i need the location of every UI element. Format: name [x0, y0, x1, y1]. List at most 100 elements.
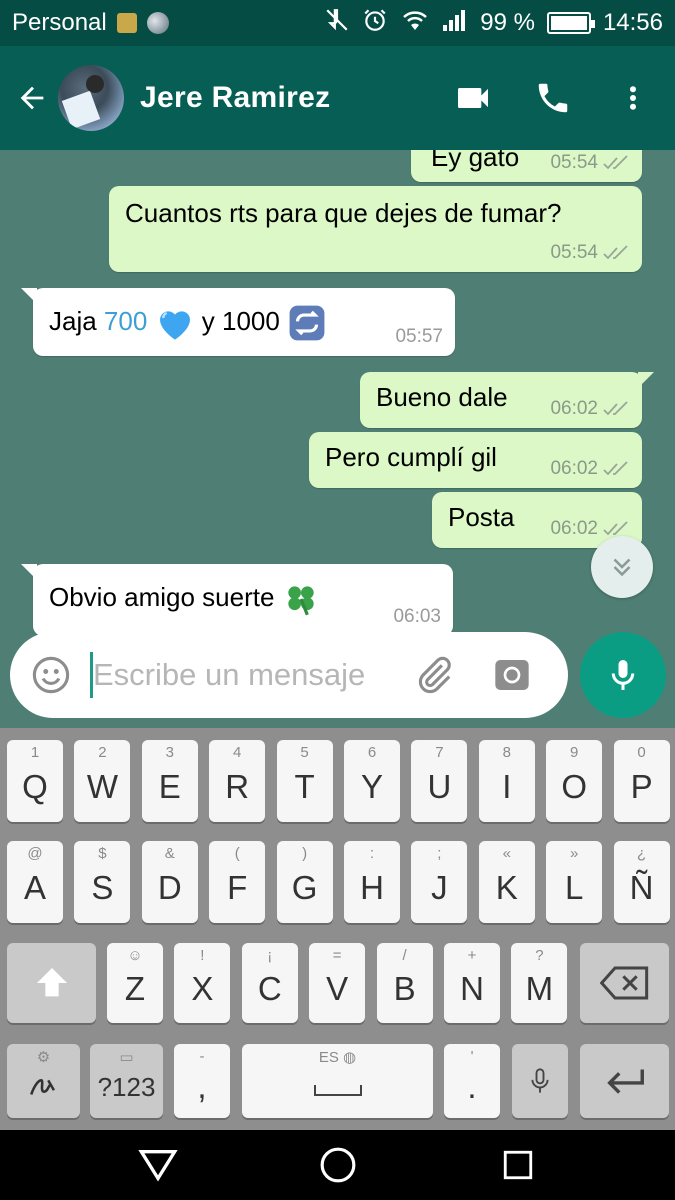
message-bubble-outgoing[interactable]: Cuantos rts para que dejes de fumar? 05:…	[109, 186, 642, 272]
key-n[interactable]: + N	[444, 943, 500, 1023]
key-hint: 1	[30, 744, 40, 761]
voice-call-button[interactable]	[523, 68, 583, 128]
key-label: A	[23, 869, 46, 906]
chevron-double-down-icon	[613, 558, 631, 577]
key-hint: )	[302, 845, 308, 862]
repeat-emoji-icon	[289, 305, 325, 341]
key-m[interactable]: ? M	[511, 943, 568, 1023]
nav-home-button[interactable]	[308, 1135, 368, 1195]
emoji-button[interactable]	[26, 650, 76, 700]
key-d[interactable]: & D	[141, 841, 198, 923]
camera-button[interactable]	[487, 650, 537, 700]
key-label: I	[502, 768, 512, 805]
key-e[interactable]: 3E	[141, 740, 198, 822]
key-o[interactable]: 9O	[546, 740, 603, 822]
alarm-icon	[362, 7, 388, 40]
key-b[interactable]: / B	[376, 943, 433, 1023]
key-hint: ?	[535, 947, 544, 964]
mic-icon	[531, 1068, 549, 1093]
backspace-key[interactable]	[580, 943, 669, 1023]
contact-name[interactable]: Jere Ramirez	[140, 81, 330, 115]
enter-key[interactable]	[580, 1044, 669, 1118]
key-label: M	[525, 970, 554, 1007]
key-hint: 5	[300, 744, 309, 761]
key-label: Q	[22, 768, 48, 805]
comma-key[interactable]: - ,	[174, 1044, 230, 1118]
key-hint: +	[467, 947, 477, 964]
key-ñ[interactable]: ¿ Ñ	[613, 841, 670, 923]
key-s[interactable]: $ S	[74, 841, 131, 923]
key-v[interactable]: = V	[309, 943, 366, 1023]
symbols-key[interactable]: ▭ ?123	[90, 1044, 163, 1118]
key-g[interactable]: ) G	[276, 841, 333, 923]
key-label: T	[294, 768, 315, 805]
square-recents-icon	[503, 1150, 532, 1180]
key-label: D	[157, 869, 182, 906]
key-hint: (	[234, 845, 240, 862]
key-hint: $	[98, 845, 107, 862]
key-label: C	[257, 970, 282, 1007]
key-hint: »	[570, 845, 579, 862]
key-hint: 4	[233, 744, 242, 761]
key-label: J	[431, 869, 448, 906]
double-check-icon	[603, 401, 628, 416]
key-label: Z	[124, 970, 146, 1007]
avatar[interactable]	[58, 65, 124, 131]
key-c[interactable]: ¡ C	[241, 943, 298, 1023]
key-t[interactable]: 5T	[276, 740, 333, 822]
attach-button[interactable]	[409, 650, 459, 700]
key-k[interactable]: «K	[478, 841, 535, 923]
message-bubble-incoming[interactable]: Jaja 700 y 1000 05:57	[21, 288, 455, 356]
message-bubble-outgoing[interactable]: Pero cumplí gil 06:02	[309, 432, 642, 488]
key-i[interactable]: 8I	[478, 740, 535, 822]
key-u[interactable]: 7U	[411, 740, 468, 822]
key-p[interactable]: 0P	[613, 740, 670, 822]
message-bubble-outgoing[interactable]: Ey gato 05:54	[411, 150, 642, 182]
voice-input-key[interactable]	[512, 1044, 568, 1118]
key-label: B	[393, 970, 416, 1007]
battery-icon	[546, 12, 595, 34]
sim-icon	[116, 13, 137, 33]
key-w[interactable]: 2W	[74, 740, 131, 822]
chat-header: Jere Ramirez	[0, 46, 675, 150]
backspace-icon	[599, 966, 648, 1000]
shift-key[interactable]	[7, 943, 96, 1023]
double-check-icon	[603, 461, 628, 476]
handwriting-key[interactable]: ⚙	[7, 1044, 80, 1118]
key-label: X	[191, 970, 214, 1007]
key-z[interactable]: ☺ Z	[107, 943, 163, 1023]
nav-back-button[interactable]	[128, 1135, 188, 1195]
key-q[interactable]: 1Q	[7, 740, 63, 822]
globe-icon: ◍	[343, 1049, 357, 1066]
scroll-to-bottom-button[interactable]	[591, 536, 653, 598]
key-y[interactable]: 6Y	[344, 740, 400, 822]
key-x[interactable]: ! X	[174, 943, 231, 1023]
enter-icon	[606, 1069, 644, 1094]
signal-icon	[442, 8, 468, 39]
key-l[interactable]: » L	[546, 841, 603, 923]
key-j[interactable]: ; J	[411, 841, 468, 923]
key-label: G	[291, 869, 318, 906]
key-r[interactable]: 4R	[209, 740, 266, 822]
number-link[interactable]: 700	[104, 306, 147, 336]
key-hint: 8	[502, 744, 511, 761]
message-input-container[interactable]	[10, 632, 568, 718]
key-label: S	[91, 869, 114, 906]
key-a[interactable]: @ A	[7, 841, 63, 923]
period-key[interactable]: ' .	[444, 1044, 500, 1118]
message-bubble-outgoing[interactable]: Bueno dale 06:02	[360, 372, 654, 428]
message-time: 05:54	[550, 152, 598, 173]
key-f[interactable]: (F	[209, 841, 266, 923]
mic-button[interactable]	[580, 632, 666, 718]
more-options-button[interactable]	[603, 68, 663, 128]
settings-gear-icon: ⚙	[36, 1049, 51, 1066]
system-nav-bar	[0, 1130, 675, 1200]
key-h[interactable]: :H	[344, 841, 400, 923]
back-arrow-icon[interactable]	[8, 74, 56, 122]
message-input[interactable]	[93, 657, 383, 693]
mic-icon	[611, 660, 635, 690]
key-hint: 6	[367, 744, 377, 761]
space-key[interactable]: ES ◍	[242, 1044, 433, 1118]
nav-recents-button[interactable]	[488, 1135, 548, 1195]
video-call-button[interactable]	[443, 68, 503, 128]
